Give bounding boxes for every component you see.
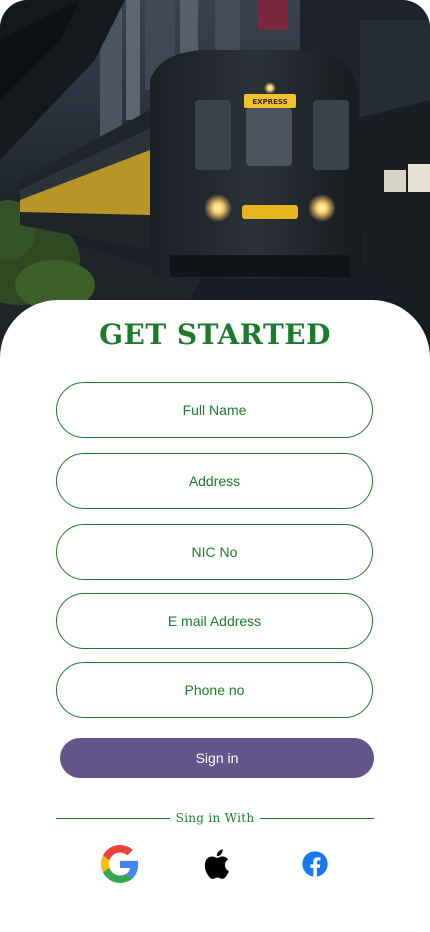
nic-input[interactable] [57, 525, 372, 579]
nic-field[interactable] [56, 524, 373, 580]
apple-sign-in-button[interactable] [199, 845, 237, 883]
divider-line-right [260, 817, 374, 819]
facebook-sign-in-button[interactable] [296, 845, 334, 883]
google-sign-in-button[interactable] [101, 845, 139, 883]
divider-line-left [56, 817, 170, 819]
full-name-field[interactable] [56, 382, 373, 438]
apple-icon [204, 849, 229, 879]
email-input[interactable] [57, 594, 372, 648]
social-divider: Sing in With [56, 810, 374, 826]
phone-screen: EXPRESS GET STARTED Sign in Sing in [0, 0, 430, 932]
address-input[interactable] [57, 454, 372, 508]
social-divider-label: Sing in With [175, 811, 255, 825]
page-title: GET STARTED [99, 318, 331, 351]
phone-field[interactable] [56, 662, 373, 718]
facebook-icon [302, 851, 328, 877]
signup-sheet: GET STARTED Sign in Sing in With [0, 300, 430, 932]
train-destination-sign: EXPRESS [252, 98, 287, 106]
email-field[interactable] [56, 593, 373, 649]
sign-in-button[interactable]: Sign in [60, 738, 374, 778]
google-icon [101, 845, 139, 883]
full-name-input[interactable] [57, 383, 372, 437]
phone-input[interactable] [57, 663, 372, 717]
address-field[interactable] [56, 453, 373, 509]
